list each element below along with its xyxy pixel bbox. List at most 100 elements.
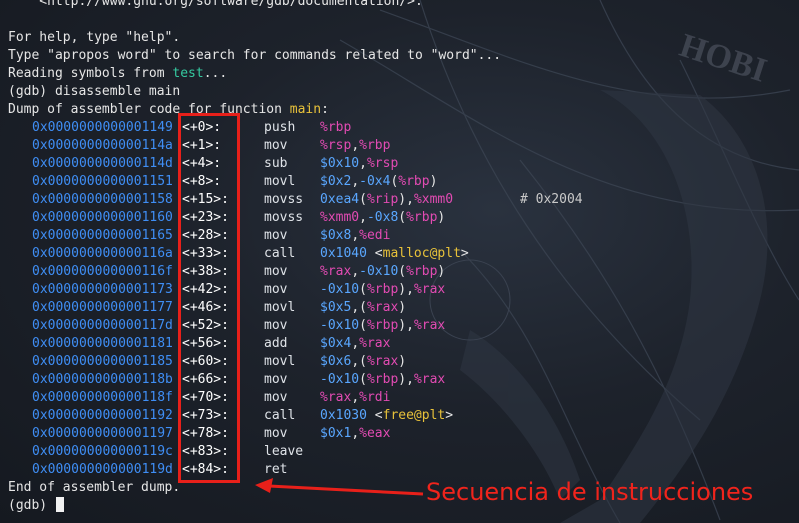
operand-token: -0x10	[320, 372, 360, 387]
operand-token: ,	[351, 336, 360, 351]
apropos-line: Type "apropos word" to search for comman…	[8, 48, 502, 63]
operand-token: ,(	[351, 354, 367, 369]
operand-token: ),	[398, 192, 414, 207]
instruction-address: 0x0000000000001165	[32, 228, 173, 243]
operand-token: (	[359, 192, 367, 207]
instruction-address: 0x000000000000119d	[32, 462, 173, 477]
instruction-row: 0x000000000000114d <+4>: sub $0x10,%rsp	[8, 155, 799, 173]
operand-token: )	[437, 264, 446, 279]
reading-file: test	[172, 66, 204, 81]
operand-token: %rax	[413, 282, 446, 297]
instruction-address: 0x0000000000001158	[32, 192, 173, 207]
instruction-row: 0x0000000000001177 <+46>: movl $0x5,(%rax)	[8, 299, 799, 317]
instruction-address: 0x000000000000118f	[32, 390, 173, 405]
instruction-address: 0x0000000000001192	[32, 408, 173, 423]
instruction-row: 0x0000000000001197 <+78>: mov $0x1,%eax	[8, 425, 799, 443]
instruction-operands: $0x6,(%rax)	[320, 353, 406, 371]
instruction-operands: %rbp	[320, 119, 351, 137]
instruction-address: 0x000000000000116a	[32, 246, 173, 261]
doc-url-line: <http://www.gnu.org/software/gdb/documen…	[8, 0, 423, 9]
instruction-comment: # 0x2004	[520, 192, 583, 207]
operand-token: 0x1030	[320, 408, 367, 423]
instruction-mnemonic: mov	[264, 228, 288, 243]
operand-token: %rax	[320, 390, 352, 405]
operand-token: $0x8	[320, 228, 352, 243]
operand-token: (	[398, 264, 407, 279]
instruction-mnemonic: mov	[264, 372, 288, 387]
operand-token: >	[460, 246, 469, 261]
instruction-address: 0x000000000000119c	[32, 444, 173, 459]
instruction-mnemonic: sub	[264, 156, 288, 171]
operand-token: %rdi	[359, 390, 391, 405]
instruction-operands: $0x5,(%rax)	[320, 299, 406, 317]
instruction-mnemonic: movl	[264, 174, 296, 189]
operand-token: %rbp	[366, 318, 399, 333]
operand-token: %rsp	[366, 156, 399, 171]
instruction-address: 0x000000000000117d	[32, 318, 173, 333]
instruction-mnemonic: movl	[264, 354, 296, 369]
instruction-operands: $0x1,%eax	[320, 425, 390, 443]
operand-token: malloc@plt	[382, 246, 461, 261]
instruction-address: 0x0000000000001197	[32, 426, 173, 441]
dump-function: main	[289, 102, 322, 117]
arrow-left-icon	[255, 478, 424, 496]
instruction-operands: 0x1030 <free@plt>	[320, 407, 453, 425]
operand-token: $0x10	[320, 156, 360, 171]
instruction-address: 0x0000000000001149	[32, 120, 173, 135]
operand-token: %rax	[320, 264, 352, 279]
operand-token: (	[359, 318, 367, 333]
instruction-row: 0x000000000000114a <+1>: mov %rsp,%rbp	[8, 137, 799, 155]
operand-token: %rax	[359, 336, 391, 351]
operand-token: ),	[398, 282, 414, 297]
operand-token: %rbp	[366, 282, 399, 297]
text-cursor	[55, 497, 64, 512]
instruction-row: 0x0000000000001173 <+42>: mov -0x10(%rbp),%…	[8, 281, 799, 299]
instruction-address: 0x0000000000001181	[32, 336, 173, 351]
instruction-mnemonic: mov	[264, 264, 288, 279]
instruction-row: 0x0000000000001149 <+0>: push %rbp	[8, 119, 799, 137]
operand-token: free@plt	[382, 408, 446, 423]
gdb-prompt: (gdb)	[8, 498, 55, 513]
instruction-mnemonic: push	[264, 120, 296, 135]
reading-prefix: Reading symbols from	[8, 66, 173, 81]
instruction-operands: -0x10(%rbp),%rax	[320, 371, 445, 389]
instruction-address: 0x0000000000001173	[32, 282, 173, 297]
operand-token: -0x10	[320, 318, 360, 333]
instruction-row: 0x000000000000118f <+70>: mov %rax,%rdi	[8, 389, 799, 407]
instruction-mnemonic: add	[264, 336, 288, 351]
instruction-mnemonic: movss	[264, 210, 304, 225]
instruction-mnemonic: leave	[264, 444, 304, 459]
instruction-operands: $0x4,%rax	[320, 335, 390, 353]
instruction-mnemonic: call	[264, 246, 296, 261]
operand-token: ,	[359, 210, 367, 225]
instruction-row: 0x0000000000001151 <+8>: movl $0x2,-0x4(%rb…	[8, 173, 799, 191]
operand-token: )	[437, 210, 446, 225]
operand-token: %edi	[359, 228, 391, 243]
operand-token: ,	[351, 228, 360, 243]
instruction-address: 0x000000000000114a	[32, 138, 173, 153]
instruction-row: 0x0000000000001185 <+60>: movl $0x6,(%rax)	[8, 353, 799, 371]
operand-token: %rsp	[320, 138, 352, 153]
highlight-box	[178, 113, 240, 483]
operand-token: 0xea4	[320, 192, 360, 207]
operand-token: ,(	[351, 300, 367, 315]
operand-token: %rax	[366, 354, 399, 369]
terminal-output: <http://www.gnu.org/software/gdb/documen…	[8, 0, 799, 515]
instruction-mnemonic: mov	[264, 426, 288, 441]
instruction-address: 0x000000000000118b	[32, 372, 173, 387]
disassemble-command: (gdb) disassemble main	[8, 84, 181, 99]
operand-token: %rax	[366, 300, 399, 315]
instruction-operands: %rax,-0x10(%rbp)	[320, 263, 445, 281]
operand-token: >	[445, 408, 454, 423]
operand-token: %eax	[359, 426, 391, 441]
operand-token: %xmm0	[320, 210, 360, 225]
operand-token: $0x1	[320, 426, 352, 441]
operand-token: -0x8	[366, 210, 399, 225]
instruction-address: 0x0000000000001151	[32, 174, 173, 189]
operand-token: %xmm0	[413, 192, 454, 207]
operand-token: %rbp	[366, 372, 399, 387]
operand-token: %rbp	[320, 120, 352, 135]
operand-token: ,	[359, 156, 367, 171]
instruction-operands: %xmm0,-0x8(%rbp)	[320, 209, 445, 227]
operand-token: -0x4	[359, 174, 391, 189]
